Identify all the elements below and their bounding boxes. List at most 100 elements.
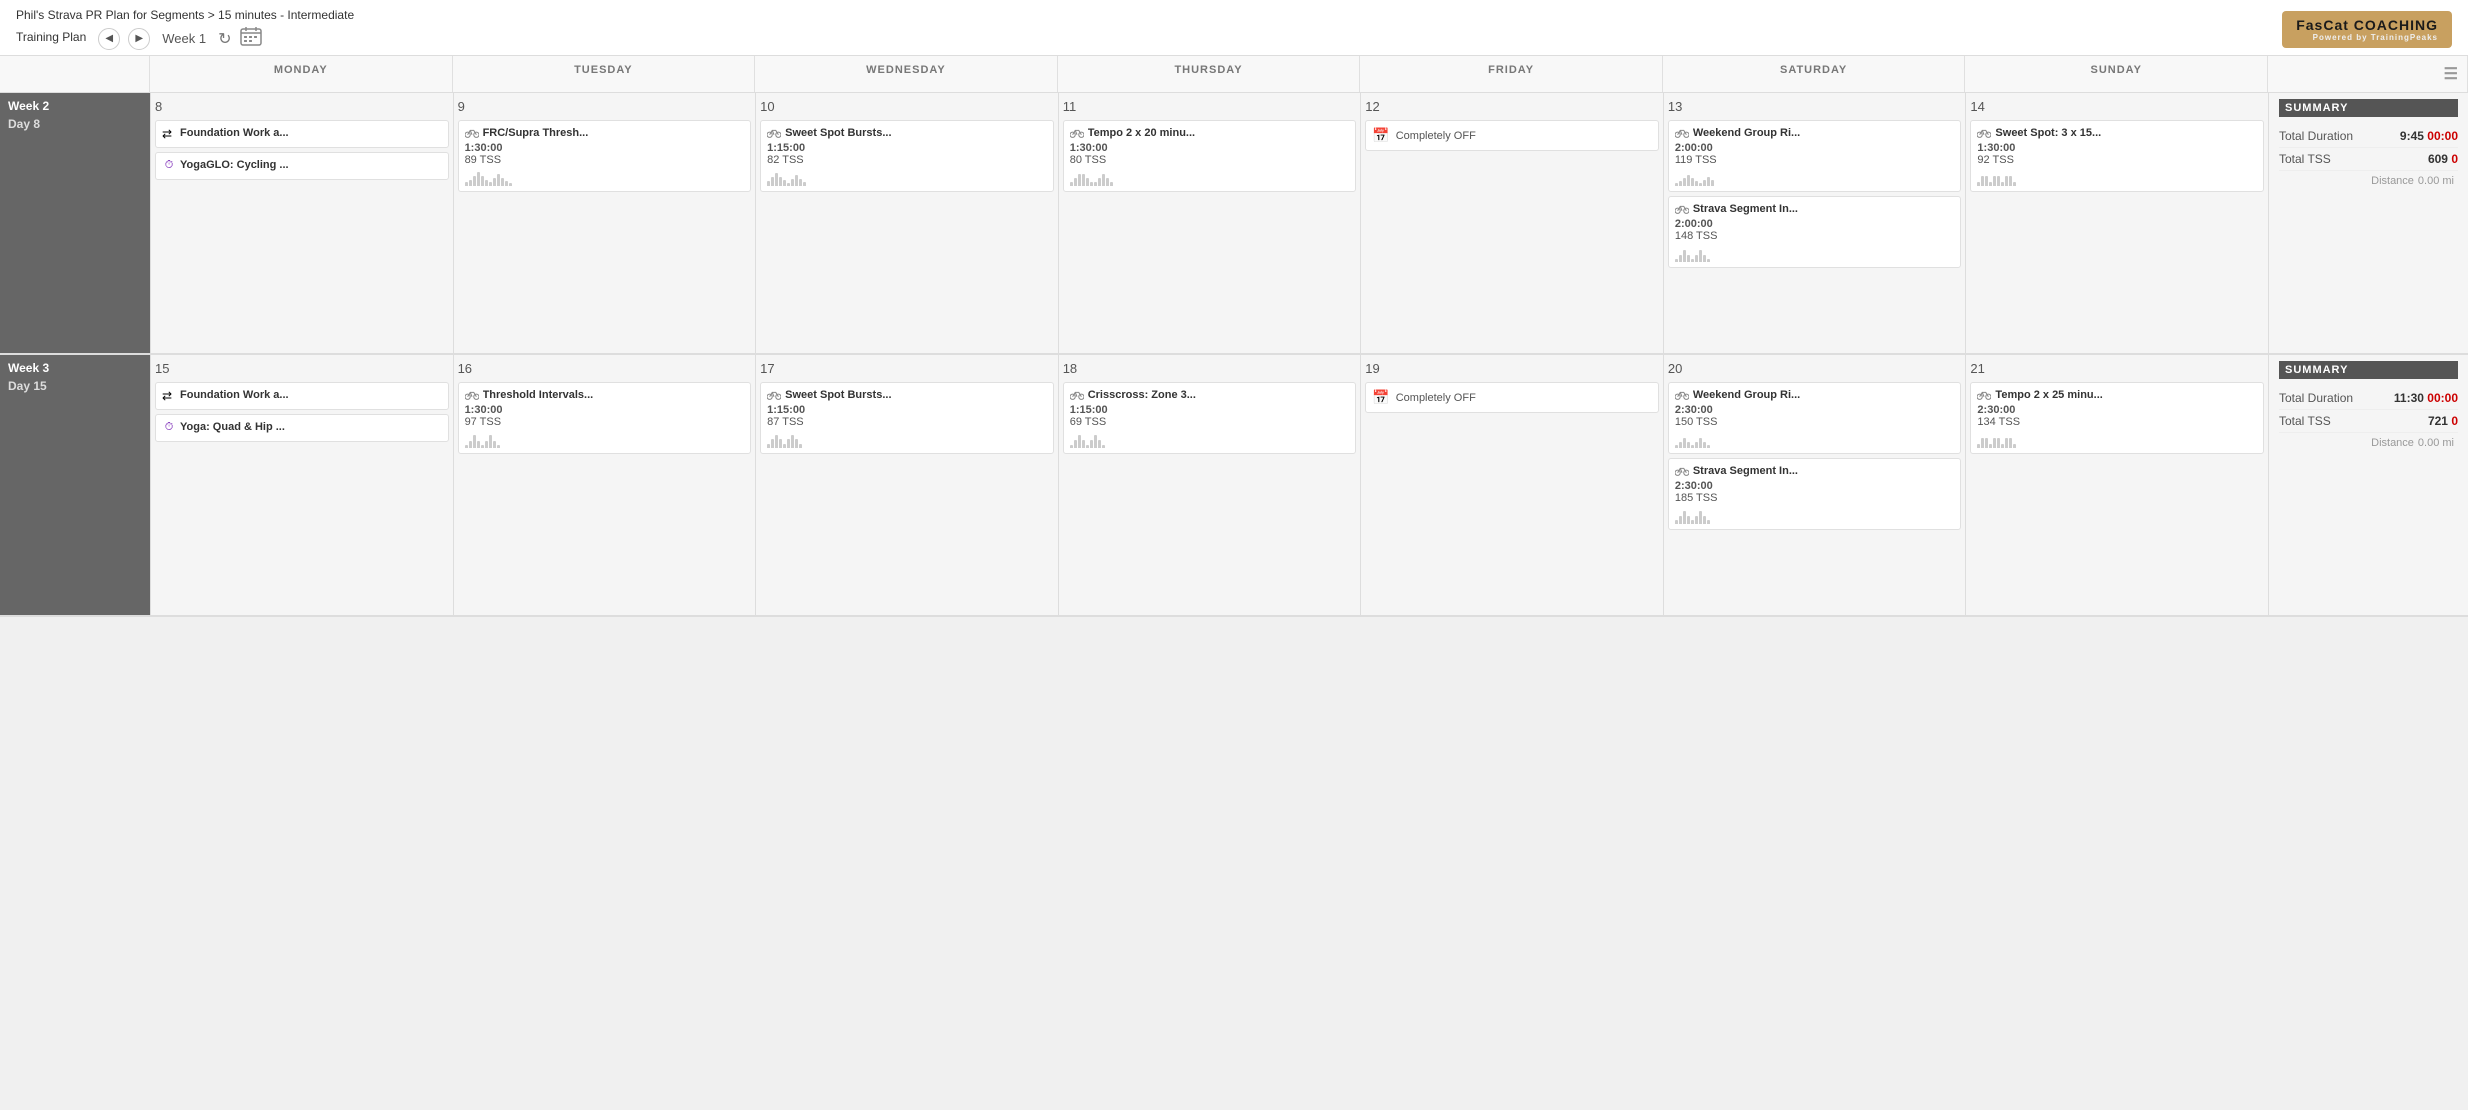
week2-duration-label: Total Duration <box>2279 129 2353 143</box>
week2-total-duration-row: Total Duration 9:45 00:00 <box>2279 125 2458 148</box>
bike-icon-2 <box>465 126 479 140</box>
week3-day-start: Day 15 <box>8 379 142 393</box>
week3-day-21: 21 Tempo 2 x 25 minu... 2:30:00 134 TSS <box>1965 355 2268 615</box>
week3-crisscross-graph <box>1070 432 1350 448</box>
refresh-button[interactable]: ↻ <box>218 29 231 49</box>
bike-icon-5 <box>1675 126 1689 140</box>
week2-tss-value: 609 0 <box>2428 152 2458 166</box>
prev-week-button[interactable]: ◀ <box>98 28 120 50</box>
week3-total-tss-row: Total TSS 721 0 <box>2279 410 2458 433</box>
week3-threshold-duration: 1:30:00 <box>465 404 745 416</box>
menu-icon[interactable]: ☰ <box>2268 56 2468 92</box>
week2-ss2-title: Sweet Spot: 3 x 15... <box>1995 127 2101 139</box>
bike-icon-10 <box>767 388 781 402</box>
week3-tempo2-title: Tempo 2 x 25 minu... <box>1995 389 2102 401</box>
plan-subtitle: Phil's Strava PR Plan for Segments > 15 … <box>16 8 354 22</box>
week2-tempo1-graph <box>1070 170 1350 186</box>
week3-workout-yoga[interactable]: ⏱ Yoga: Quad & Hip ... <box>155 414 449 442</box>
week3-distance-row: Distance 0.00 mi <box>2279 433 2458 449</box>
week2-ss2-graph <box>1977 170 2257 186</box>
week3-workout-tempo2[interactable]: Tempo 2 x 25 minu... 2:30:00 134 TSS <box>1970 382 2264 454</box>
week3-duration-value: 11:30 00:00 <box>2394 391 2458 405</box>
bike-icon-14 <box>1977 388 1991 402</box>
week2-day11-num: 11 <box>1063 97 1357 116</box>
week2-total-tss-row: Total TSS 609 0 <box>2279 148 2458 171</box>
week2-workout-sweetspot1[interactable]: Sweet Spot Bursts... 1:15:00 82 TSS <box>760 120 1054 192</box>
week3-workout-ss3[interactable]: Sweet Spot Bursts... 1:15:00 87 TSS <box>760 382 1054 454</box>
week3-day-17: 17 Sweet Spot Bursts... 1:15:00 87 TSS <box>755 355 1058 615</box>
week2-workout-ssi1[interactable]: Strava Segment In... 2:00:00 148 TSS <box>1668 196 1962 268</box>
calendar-icon <box>240 26 262 46</box>
week2-frc-duration: 1:30:00 <box>465 142 745 154</box>
bike-icon-11 <box>1070 388 1084 402</box>
week2-tempo1-tss: 80 TSS <box>1070 154 1350 166</box>
week2-foundation-title: Foundation Work a... <box>180 127 289 139</box>
week2-frc-graph <box>465 170 745 186</box>
week2-ss1-tss: 82 TSS <box>767 154 1047 166</box>
week2-day-12: 12 📅 Completely OFF <box>1360 93 1663 353</box>
week2-day-13: 13 Weekend Group Ri... 2:00:00 119 TSS <box>1663 93 1966 353</box>
week3-day19-num: 19 <box>1365 359 1659 378</box>
week3-wgr2-tss: 150 TSS <box>1675 416 1955 428</box>
week2-summary: SUMMARY Total Duration 9:45 00:00 Total … <box>2268 93 2468 353</box>
week2-yoga-title: YogaGLO: Cycling ... <box>180 159 289 171</box>
week2-day-9: 9 FRC/Supra Thresh... 1:30:00 89 TSS <box>453 93 756 353</box>
brand-text: FasCat COACHING <box>2296 17 2438 33</box>
week3-crisscross-title: Crisscross: Zone 3... <box>1088 389 1196 401</box>
week2-day10-num: 10 <box>760 97 1054 116</box>
week3-workout-crisscross[interactable]: Crisscross: Zone 3... 1:15:00 69 TSS <box>1063 382 1357 454</box>
week3-row: Week 3 Day 15 15 ⇄ Foundation Work a... … <box>0 355 2468 615</box>
yoga-icon-2: ⏱ <box>162 420 176 434</box>
week2-ssi1-duration: 2:00:00 <box>1675 218 1955 230</box>
week2-tempo1-title: Tempo 2 x 20 minu... <box>1088 127 1195 139</box>
bike-icon-8: ⇄ <box>162 388 176 402</box>
week3-wgr2-graph <box>1675 432 1955 448</box>
powered-text: Powered by TrainingPeaks <box>2296 33 2438 42</box>
week2-distance-label: Distance <box>2371 175 2414 187</box>
off-icon: 📅 <box>1372 127 1389 144</box>
top-bar: Phil's Strava PR Plan for Segments > 15 … <box>0 0 2468 56</box>
week-col-header <box>0 56 150 92</box>
week3-workout-wgr2[interactable]: Weekend Group Ri... 2:30:00 150 TSS <box>1668 382 1962 454</box>
week3-off-card[interactable]: 📅 Completely OFF <box>1365 382 1659 413</box>
week2-workout-foundation[interactable]: ⇄ Foundation Work a... <box>155 120 449 148</box>
next-week-button[interactable]: ▶ <box>128 28 150 50</box>
week3-tss-label: Total TSS <box>2279 414 2331 428</box>
week3-ssi2-duration: 2:30:00 <box>1675 480 1955 492</box>
week3-day15-num: 15 <box>155 359 449 378</box>
week2-row: Week 2 Day 8 8 ⇄ Foundation Work a... ⏱ … <box>0 93 2468 353</box>
sunday-header: SUNDAY <box>1965 56 2268 92</box>
bike-icon-4 <box>1070 126 1084 140</box>
week3-day17-num: 17 <box>760 359 1054 378</box>
week3-threshold-tss: 97 TSS <box>465 416 745 428</box>
week2-tss-label: Total TSS <box>2279 152 2331 166</box>
week3-threshold-graph <box>465 432 745 448</box>
week3-workout-foundation[interactable]: ⇄ Foundation Work a... <box>155 382 449 410</box>
week3-off-title: Completely OFF <box>1396 392 1476 404</box>
week2-off-title: Completely OFF <box>1396 130 1476 142</box>
plan-title: Training Plan <box>16 30 86 44</box>
week3-wgr2-title: Weekend Group Ri... <box>1693 389 1800 401</box>
week2-label: Week 2 <box>8 99 142 113</box>
week2-workout-tempo1[interactable]: Tempo 2 x 20 minu... 1:30:00 80 TSS <box>1063 120 1357 192</box>
saturday-header: SATURDAY <box>1663 56 1966 92</box>
week2-wgr1-duration: 2:00:00 <box>1675 142 1955 154</box>
week2-wgr1-graph <box>1675 170 1955 186</box>
week3-day16-num: 16 <box>458 359 752 378</box>
week3-distance-value: 0.00 mi <box>2418 437 2454 449</box>
week3-total-duration-row: Total Duration 11:30 00:00 <box>2279 387 2458 410</box>
week3-summary-title: SUMMARY <box>2279 361 2458 379</box>
calendar-button[interactable] <box>240 26 262 51</box>
week3-workout-threshold[interactable]: Threshold Intervals... 1:30:00 97 TSS <box>458 382 752 454</box>
tuesday-header: TUESDAY <box>453 56 756 92</box>
week2-off-card[interactable]: 📅 Completely OFF <box>1365 120 1659 151</box>
week3-workout-ssi2[interactable]: Strava Segment In... 2:30:00 185 TSS <box>1668 458 1962 530</box>
week2-workout-ss2[interactable]: Sweet Spot: 3 x 15... 1:30:00 92 TSS <box>1970 120 2264 192</box>
week2-tempo1-duration: 1:30:00 <box>1070 142 1350 154</box>
week3-duration-label: Total Duration <box>2279 391 2353 405</box>
week2-workout-yoga[interactable]: ⏱ YogaGLO: Cycling ... <box>155 152 449 180</box>
week2-workout-wgr1[interactable]: Weekend Group Ri... 2:00:00 119 TSS <box>1668 120 1962 192</box>
week2-workout-frc[interactable]: FRC/Supra Thresh... 1:30:00 89 TSS <box>458 120 752 192</box>
week-label: Week 1 <box>162 31 206 46</box>
week3-crisscross-duration: 1:15:00 <box>1070 404 1350 416</box>
